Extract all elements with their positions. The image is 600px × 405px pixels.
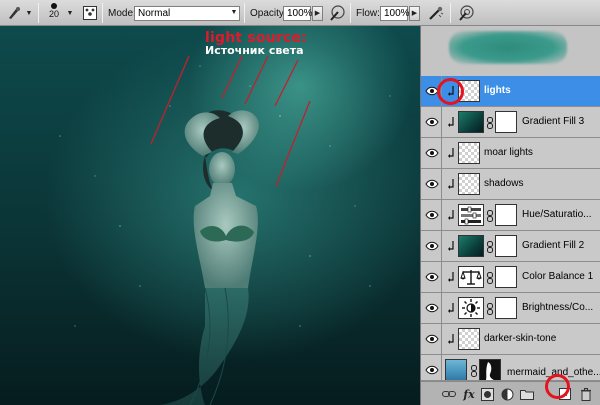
layer-name[interactable]: Gradient Fill 3: [522, 116, 584, 127]
layer-style-fx-icon[interactable]: fx: [461, 386, 477, 402]
pressure-opacity-icon[interactable]: [327, 3, 347, 23]
clip-arrow-icon: [446, 146, 456, 160]
clip-arrow-highlight-ring: [437, 78, 464, 105]
layer-row-gradient-fill-2[interactable]: Gradient Fill 2: [421, 231, 600, 262]
layer-list[interactable]: lights Gradient Fill 3 moar lights shado…: [421, 76, 600, 381]
photo-thumbnail: [445, 359, 467, 380]
layer-name[interactable]: Gradient Fill 2: [522, 240, 584, 251]
gradient-thumbnail: [458, 111, 484, 133]
gradient-thumbnail: [458, 235, 484, 257]
mode-chevron-icon[interactable]: ▼: [228, 6, 240, 21]
layer-name[interactable]: shadows: [484, 178, 523, 189]
layer-row-mermaid[interactable]: mermaid_and_othe...: [421, 355, 600, 381]
layers-panel-footer: fx: [421, 381, 600, 405]
new-group-folder-icon[interactable]: [519, 386, 535, 402]
chain-link-icon[interactable]: [486, 210, 494, 222]
panel-preview-area: [421, 26, 600, 76]
new-layer-highlight-ring: [545, 374, 570, 399]
adjustment-layer-icon[interactable]: [499, 386, 515, 402]
airbrush-icon[interactable]: [426, 3, 446, 23]
layer-row-hue-saturation[interactable]: Hue/Saturatio...: [421, 200, 600, 231]
sun-icon: [458, 297, 484, 319]
color-swatch-preview: [449, 31, 567, 64]
layer-thumbnail: [458, 328, 480, 350]
clip-arrow-icon: [446, 208, 456, 222]
pressure-size-icon[interactable]: [456, 3, 476, 23]
layer-row-color-balance-1[interactable]: Color Balance 1: [421, 262, 600, 293]
opacity-input[interactable]: 100%: [283, 6, 313, 21]
layer-row-moar-lights[interactable]: moar lights: [421, 138, 600, 169]
eye-icon[interactable]: [424, 144, 440, 161]
chain-link-icon[interactable]: [486, 241, 494, 253]
brush-panel-toggle-icon[interactable]: [80, 3, 100, 23]
eye-icon[interactable]: [424, 113, 440, 130]
eye-icon[interactable]: [424, 268, 440, 285]
clip-arrow-icon: [446, 239, 456, 253]
eye-icon[interactable]: [424, 237, 440, 254]
chain-link-icon[interactable]: [486, 117, 494, 129]
layer-name[interactable]: lights: [484, 85, 511, 96]
brush-size: 20: [48, 9, 59, 19]
layer-thumbnail: [458, 173, 480, 195]
mermaid-figure: [160, 110, 259, 405]
layer-row-shadows[interactable]: shadows: [421, 169, 600, 200]
brush-preset-picker[interactable]: 20: [44, 1, 64, 21]
layer-name[interactable]: Brightness/Co...: [522, 302, 593, 313]
layer-thumbnail: [458, 142, 480, 164]
clip-arrow-icon: [446, 115, 456, 129]
add-mask-icon[interactable]: [479, 386, 495, 402]
layer-mask-thumbnail[interactable]: [495, 235, 517, 257]
chain-link-icon[interactable]: [486, 272, 494, 284]
trash-icon[interactable]: [578, 386, 594, 402]
mermaid-artwork: [59, 55, 391, 405]
tool-preset-chevron-icon[interactable]: ▼: [24, 7, 34, 19]
light-source-annotation-ru: Источник света: [205, 44, 304, 57]
layer-mask-thumbnail[interactable]: [495, 111, 517, 133]
chain-link-icon[interactable]: [486, 303, 494, 315]
eye-icon[interactable]: [424, 330, 440, 347]
eye-icon[interactable]: [424, 299, 440, 316]
clip-arrow-icon: [446, 270, 456, 284]
layer-name[interactable]: Hue/Saturatio...: [522, 209, 591, 220]
flow-slider-arrow-icon[interactable]: ▶: [409, 6, 420, 21]
clip-arrow-icon: [446, 301, 456, 315]
brush-tool-icon[interactable]: [4, 3, 24, 23]
eye-icon[interactable]: [424, 175, 440, 192]
opacity-label: Opacity:: [250, 7, 287, 19]
chain-link-icon[interactable]: [470, 365, 478, 377]
mode-select[interactable]: Normal: [134, 6, 240, 21]
eye-icon[interactable]: [424, 361, 440, 378]
options-bar: ▼ 20 ▼ Mode: Normal ▼ Opacity: 100% ▶ Fl…: [0, 0, 600, 26]
layer-row-gradient-fill-3[interactable]: Gradient Fill 3: [421, 107, 600, 138]
layer-name[interactable]: Color Balance 1: [522, 271, 593, 282]
mode-label: Mode:: [108, 7, 136, 19]
layer-mask-thumbnail[interactable]: [495, 204, 517, 226]
eye-icon[interactable]: [424, 206, 440, 223]
brush-picker-chevron-icon[interactable]: ▼: [65, 7, 75, 19]
link-layers-icon[interactable]: [441, 386, 457, 402]
layer-mask-thumbnail[interactable]: [495, 297, 517, 319]
layer-mask-thumbnail[interactable]: [479, 359, 501, 380]
clip-arrow-icon: [446, 332, 456, 346]
flow-label: Flow:: [356, 7, 380, 19]
layer-name[interactable]: moar lights: [484, 147, 533, 158]
balance-scale-icon: [458, 266, 484, 288]
flow-input[interactable]: 100%: [380, 6, 410, 21]
layer-name[interactable]: darker-skin-tone: [484, 333, 556, 344]
opacity-slider-arrow-icon[interactable]: ▶: [312, 6, 323, 21]
hue-sat-icon: [458, 204, 484, 226]
layer-mask-thumbnail[interactable]: [495, 266, 517, 288]
layer-row-brightness-contrast[interactable]: Brightness/Co...: [421, 293, 600, 324]
layer-row-darker-skin-tone[interactable]: darker-skin-tone: [421, 324, 600, 355]
document-canvas[interactable]: light source: Источник света: [0, 26, 420, 405]
clip-arrow-icon: [446, 177, 456, 191]
